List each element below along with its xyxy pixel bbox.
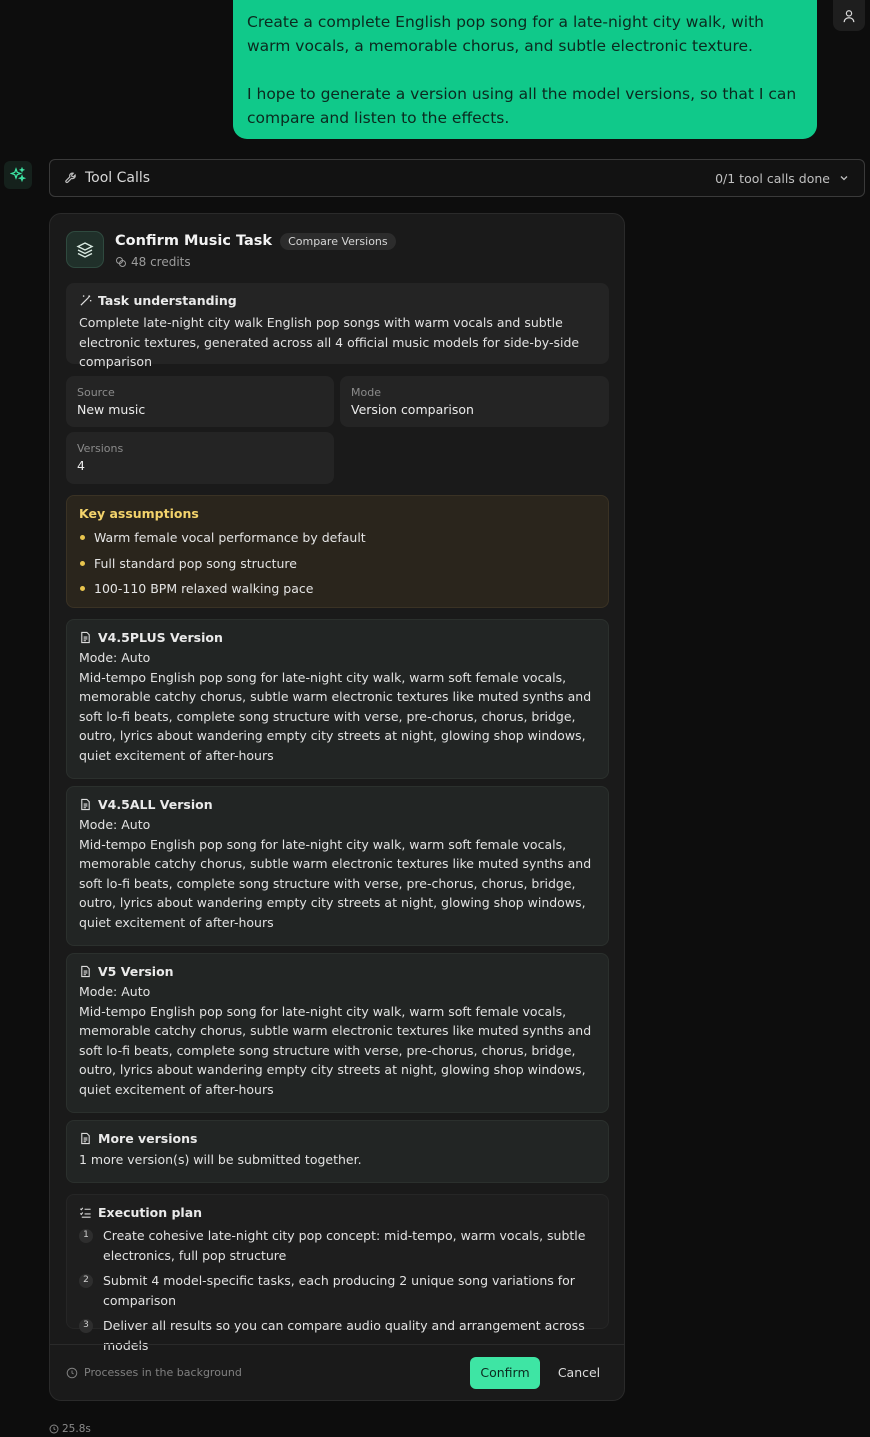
chevron-down-icon[interactable] bbox=[838, 172, 850, 184]
cancel-button[interactable]: Cancel bbox=[550, 1357, 608, 1389]
version-prompt: Mid-tempo English pop song for late-nigh… bbox=[79, 669, 592, 763]
clock-icon bbox=[49, 1424, 59, 1434]
assumption-item: Full standard pop song structure bbox=[79, 551, 596, 577]
user-message-bubble: Create a complete English pop song for a… bbox=[233, 0, 817, 139]
credits-label: 48 credits bbox=[115, 255, 396, 269]
assistant-avatar bbox=[4, 161, 32, 189]
list-checks-icon bbox=[79, 1207, 91, 1218]
plan-step: 1 Create cohesive late-night city pop con… bbox=[79, 1226, 596, 1265]
version-card-v45all: V4.5ALL Version Mode: Auto Mid-tempo Eng… bbox=[66, 786, 609, 946]
mode-field: Mode Version comparison bbox=[340, 376, 609, 427]
document-icon bbox=[81, 631, 90, 644]
source-value: New music bbox=[77, 402, 146, 417]
user-avatar[interactable] bbox=[833, 0, 865, 31]
execution-plan-title: Execution plan bbox=[98, 1205, 203, 1220]
task-understanding-panel: Task understanding Complete late-night c… bbox=[66, 283, 609, 369]
version-title: V5 Version bbox=[98, 964, 174, 979]
more-versions-text: 1 more version(s) will be submitted toge… bbox=[79, 1152, 362, 1167]
document-icon bbox=[81, 798, 90, 811]
version-prompt: Mid-tempo English pop song for late-nigh… bbox=[79, 836, 592, 930]
version-card-v45plus: V4.5PLUS Version Mode: Auto Mid-tempo En… bbox=[66, 619, 609, 779]
version-mode: Mode: Auto bbox=[79, 984, 151, 999]
key-assumptions-title: Key assumptions bbox=[79, 506, 199, 521]
tool-calls-title: Tool Calls bbox=[85, 170, 151, 186]
sparkles-icon bbox=[10, 167, 26, 183]
source-label: Source bbox=[77, 386, 115, 399]
tool-calls-status: 0/1 tool calls done bbox=[715, 171, 850, 186]
compare-versions-badge: Compare Versions bbox=[280, 232, 396, 250]
elapsed-time: 25.8s bbox=[49, 1423, 91, 1435]
version-mode: Mode: Auto bbox=[79, 817, 151, 832]
task-understanding-title: Task understanding bbox=[98, 293, 237, 308]
background-note: Processes in the background bbox=[66, 1366, 242, 1379]
layers-icon bbox=[66, 231, 104, 268]
task-understanding-text: Complete late-night city walk English po… bbox=[79, 315, 580, 369]
confirm-music-task-card: Confirm Music Task Compare Versions 48 c… bbox=[49, 213, 625, 1401]
coins-icon bbox=[116, 257, 126, 267]
version-title: V4.5ALL Version bbox=[98, 797, 213, 812]
assumption-item: Warm female vocal performance by default bbox=[79, 525, 596, 551]
credits-value: 48 credits bbox=[131, 255, 191, 269]
version-mode: Mode: Auto bbox=[79, 650, 151, 665]
version-title: V4.5PLUS Version bbox=[98, 630, 223, 645]
plan-step: 2 Submit 4 model-specific tasks, each pro… bbox=[79, 1271, 596, 1310]
document-icon bbox=[81, 965, 90, 978]
mode-label: Mode bbox=[351, 386, 381, 399]
wrench-icon bbox=[65, 172, 76, 184]
document-icon bbox=[81, 1132, 90, 1145]
user-message-paragraph: Create a complete English pop song for a… bbox=[247, 13, 764, 55]
tool-calls-status-text: 0/1 tool calls done bbox=[715, 170, 830, 186]
tool-calls-bar[interactable]: Tool Calls 0/1 tool calls done bbox=[49, 159, 865, 197]
versions-value: 4 bbox=[77, 458, 85, 473]
magic-wand-icon bbox=[80, 295, 92, 306]
source-field: Source New music bbox=[66, 376, 334, 427]
version-prompt: Mid-tempo English pop song for late-nigh… bbox=[79, 1003, 592, 1097]
confirm-button[interactable]: Confirm bbox=[470, 1356, 540, 1389]
card-footer: Processes in the background Confirm Canc… bbox=[50, 1344, 624, 1400]
card-title: Confirm Music Task bbox=[115, 233, 273, 249]
key-assumptions-panel: Key assumptions Warm female vocal perfor… bbox=[66, 495, 609, 608]
more-versions-card: More versions 1 more version(s) will be … bbox=[66, 1120, 609, 1183]
assumption-item: 100-110 BPM relaxed walking pace bbox=[79, 576, 596, 602]
version-card-v5: V5 Version Mode: Auto Mid-tempo English … bbox=[66, 953, 609, 1113]
versions-field: Versions 4 bbox=[66, 432, 334, 484]
clock-icon bbox=[66, 1367, 78, 1378]
mode-value: Version comparison bbox=[351, 402, 474, 417]
user-message-paragraph: I hope to generate a version using all t… bbox=[247, 85, 797, 127]
versions-label: Versions bbox=[77, 442, 124, 455]
more-versions-title: More versions bbox=[98, 1131, 198, 1146]
card-header: Confirm Music Task Compare Versions 48 c… bbox=[66, 231, 396, 269]
user-icon bbox=[843, 9, 855, 22]
execution-plan-panel: Execution plan 1 Create cohesive late-nig… bbox=[66, 1194, 609, 1353]
